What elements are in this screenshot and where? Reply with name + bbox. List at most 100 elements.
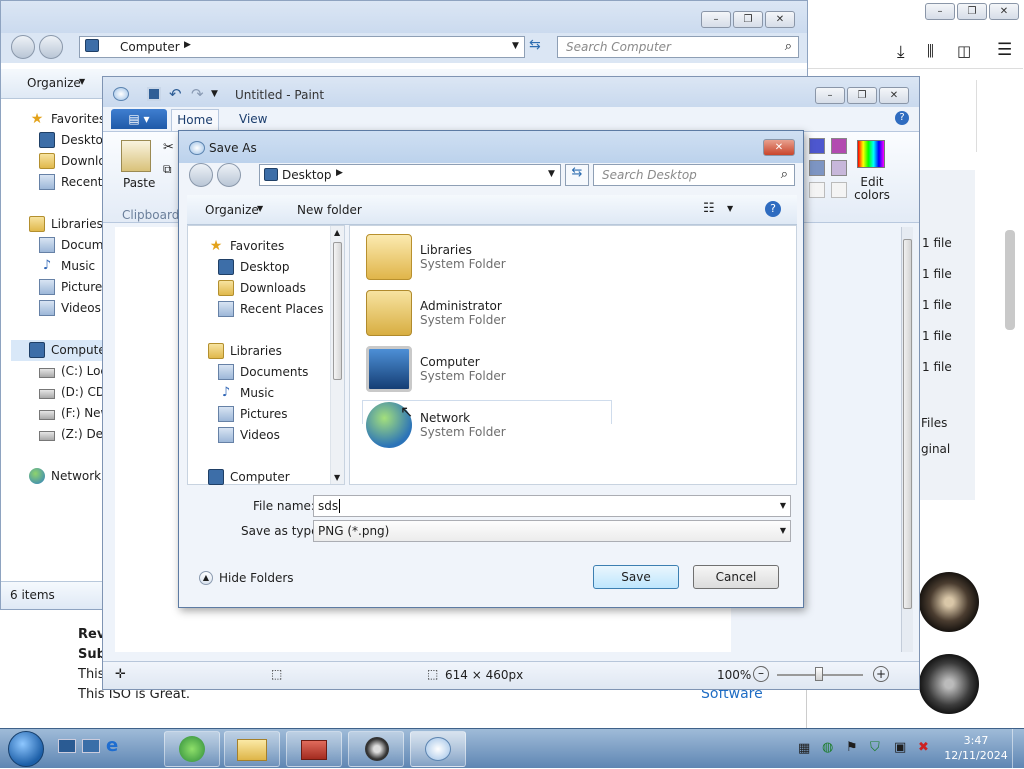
action-center-flag-icon[interactable]: ⚑ <box>846 740 858 755</box>
redo-icon[interactable]: ↷ <box>191 85 204 103</box>
tab-view[interactable]: View <box>239 112 267 126</box>
chevron-down-icon[interactable]: ▼ <box>727 204 733 213</box>
search-input[interactable]: Search Desktop ⌕ <box>593 164 795 186</box>
location-bar[interactable]: Desktop ▶ ▼ <box>259 164 561 186</box>
maximize-button[interactable]: ❐ <box>957 3 987 20</box>
item-administrator[interactable]: Administrator System Folder <box>366 290 506 336</box>
item-computer[interactable]: Computer System Folder <box>366 346 506 392</box>
save-icon[interactable] <box>147 87 161 101</box>
search-icon[interactable]: ⌕ <box>785 39 792 54</box>
paint-menu-button[interactable]: ▤ ▾ <box>111 109 167 129</box>
forward-button[interactable] <box>39 35 63 59</box>
search-icon[interactable]: ⌕ <box>781 167 788 182</box>
chevron-down-icon[interactable]: ▼ <box>512 41 519 51</box>
refresh-icon[interactable]: ⇆ <box>529 37 541 53</box>
nav-item-favorites[interactable]: ★ Favorites <box>29 109 106 129</box>
sidebar-icon[interactable]: ◫ <box>957 42 971 60</box>
product-thumbnail[interactable] <box>919 572 979 632</box>
tray-device-icon[interactable]: ▣ <box>894 740 906 755</box>
taskbar-app-paint[interactable] <box>410 731 466 767</box>
nav-pane-scrollbar[interactable]: ▲ ▼ <box>330 226 344 484</box>
taskbar-app-explorer[interactable] <box>224 731 280 767</box>
nav-item-downloads[interactable]: Downloads <box>218 278 306 298</box>
tab-home[interactable]: Home <box>171 109 219 131</box>
paste-icon[interactable] <box>121 140 151 172</box>
organize-button[interactable]: Organize <box>27 76 81 90</box>
nav-item-music[interactable]: ♪ Music <box>218 383 274 403</box>
nav-item-computer[interactable]: Computer <box>208 467 290 487</box>
nav-item-libraries[interactable]: Libraries <box>208 341 282 361</box>
edit-colors-button[interactable]: Edit colors <box>849 176 895 202</box>
quick-access-dropdown-icon[interactable]: ▼ <box>211 89 218 99</box>
refresh-icon[interactable]: ⇆ <box>565 164 589 186</box>
nav-item-computer[interactable]: Computer <box>29 340 111 360</box>
paint-vertical-scrollbar[interactable] <box>901 227 913 652</box>
color-swatch[interactable] <box>809 182 825 198</box>
library-icon[interactable]: ⫼ <box>927 42 934 60</box>
save-button[interactable]: Save <box>593 565 679 589</box>
help-icon[interactable]: ? <box>765 201 781 217</box>
file-name-input[interactable]: sds ▼ <box>313 495 791 517</box>
nav-item-documents[interactable]: Docume <box>39 235 111 255</box>
nav-item-favorites[interactable]: ★ Favorites <box>208 236 285 256</box>
scroll-thumb[interactable] <box>333 242 342 380</box>
nav-item-network[interactable]: Network <box>29 466 101 486</box>
minimize-button[interactable]: – <box>701 11 731 28</box>
menu-icon[interactable]: ☰ <box>997 40 1012 60</box>
color-swatch[interactable] <box>831 182 847 198</box>
close-button[interactable]: ✕ <box>879 87 909 104</box>
color-swatch[interactable] <box>831 160 847 176</box>
nav-item-desktop[interactable]: Desktop <box>39 130 111 150</box>
back-button[interactable] <box>189 163 213 187</box>
hide-folders-toggle[interactable]: ▲ Hide Folders <box>199 571 294 585</box>
nav-item-desktop[interactable]: Desktop <box>218 257 290 277</box>
tray-globe-icon[interactable]: ◍ <box>822 740 833 755</box>
download-icon[interactable]: ⤓ <box>897 42 905 62</box>
chevron-down-icon[interactable]: ▼ <box>257 204 263 213</box>
chevron-right-icon[interactable]: ▶ <box>336 168 343 178</box>
edit-colors-icon[interactable] <box>857 140 885 168</box>
undo-icon[interactable]: ↶ <box>169 85 182 103</box>
item-libraries[interactable]: Libraries System Folder <box>366 234 506 280</box>
nav-item-music[interactable]: ♪ Music <box>39 256 95 276</box>
address-bar[interactable]: Computer ▶ ▼ <box>79 36 525 58</box>
nav-item-libraries[interactable]: Libraries <box>29 214 103 234</box>
paint-app-icon[interactable] <box>113 87 129 101</box>
nav-item-documents[interactable]: Documents <box>218 362 308 382</box>
color-swatch[interactable] <box>809 138 825 154</box>
view-options-icon[interactable]: ☷ <box>703 201 715 216</box>
chevron-right-icon[interactable]: ▶ <box>184 40 191 50</box>
taskbar-app-toolbox[interactable] <box>286 731 342 767</box>
explorer-titlebar[interactable] <box>1 1 807 37</box>
item-network[interactable]: Network System Folder <box>366 402 506 448</box>
taskbar-app-download-manager[interactable] <box>164 731 220 767</box>
scroll-down-icon[interactable]: ▼ <box>334 473 340 482</box>
nav-item-videos[interactable]: Videos <box>39 298 101 318</box>
save-type-select[interactable]: PNG (*.png) ▼ <box>313 520 791 542</box>
show-desktop-button[interactable] <box>1012 729 1024 769</box>
search-input[interactable]: Search Computer ⌕ <box>557 36 799 58</box>
back-button[interactable] <box>11 35 35 59</box>
close-button[interactable]: ✕ <box>765 11 795 28</box>
switch-windows-icon[interactable] <box>82 739 100 753</box>
color-swatch[interactable] <box>831 138 847 154</box>
chevron-down-icon[interactable]: ▼ <box>780 501 786 510</box>
save-as-titlebar[interactable]: Save As ✕ <box>179 131 803 163</box>
close-button[interactable]: ✕ <box>989 3 1019 20</box>
scroll-up-icon[interactable]: ▲ <box>334 228 340 237</box>
tray-network-icon[interactable]: ▦ <box>798 741 810 756</box>
organize-button[interactable]: Organize <box>205 203 259 217</box>
volume-muted-icon[interactable]: ✖ <box>918 740 929 755</box>
nav-item-drive-f[interactable]: (F:) New <box>39 403 110 423</box>
cancel-button[interactable]: Cancel <box>693 565 779 589</box>
show-desktop-icon[interactable] <box>58 739 76 753</box>
new-folder-button[interactable]: New folder <box>297 203 362 217</box>
maximize-button[interactable]: ❐ <box>847 87 877 104</box>
browser-scrollbar[interactable] <box>1005 230 1015 330</box>
clock[interactable]: 3:47 12/11/2024 <box>944 733 1008 763</box>
tray-security-icon[interactable]: ⛉ <box>870 740 880 755</box>
chevron-down-icon[interactable]: ▼ <box>79 77 85 86</box>
maximize-button[interactable]: ❐ <box>733 11 763 28</box>
forward-button[interactable] <box>217 163 241 187</box>
nav-item-recent-places[interactable]: Recent Places <box>218 299 323 319</box>
